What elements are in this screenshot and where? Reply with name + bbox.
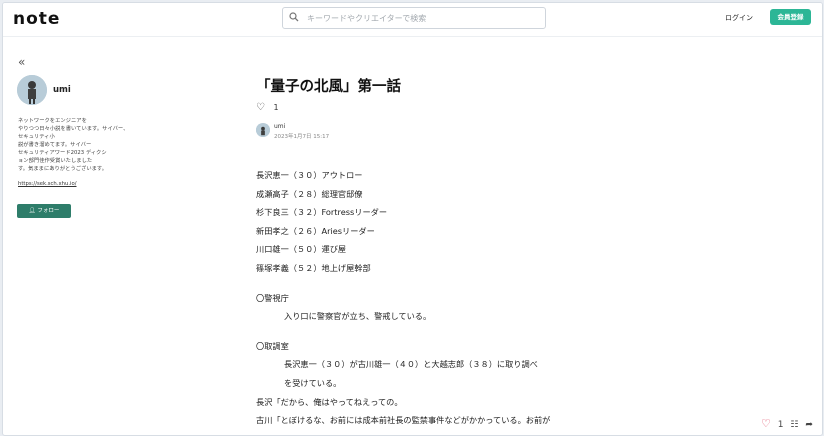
like-heart-icon[interactable]: ♡ [761, 417, 771, 430]
body-line: 入り口に警察官が立ち、警戒している。 [284, 311, 432, 322]
follow-button-label: フォロー [37, 208, 60, 214]
collapse-sidebar-icon[interactable]: « [18, 55, 25, 69]
search-box[interactable] [282, 7, 546, 29]
body-line: 長沢「だから、俺はやってねえっての。 [256, 396, 403, 407]
body-line: 川口雄一（５０）運び屋 [256, 244, 347, 255]
signup-button[interactable]: 会員登録 [770, 9, 811, 25]
post-author-avatar[interactable] [256, 123, 270, 137]
body-line: 古川「とぼけるな、お前には成本前社長の監禁事件などがかかっている。お前が [256, 415, 551, 426]
body-line: 〇取調室 [256, 340, 289, 351]
article-title: 「量子の北風」第一話 [256, 79, 401, 95]
like-heart-icon[interactable]: ♡ [256, 102, 265, 113]
article-body: 長沢恵一（３０）アウトロー 成瀬高子（２８）総理官邸僚杉下良三（３２）Fortre… [256, 166, 596, 430]
body-line: 長沢恵一（３０）アウトロー [256, 170, 363, 180]
top-navigation-bar: note ログイン 会員登録 [3, 3, 822, 37]
bottom-like-count: 1 [777, 420, 784, 430]
like-count: 1 [273, 103, 279, 112]
author-link[interactable]: https://sek.sch.xhu.io/ [18, 181, 77, 187]
post-date: 2023年1月7日 15:17 [274, 134, 330, 140]
body-line: 篠塚孝義（５２）地上げ屋幹部 [256, 262, 371, 273]
body-line: を受けている。 [284, 377, 342, 388]
author-bio: ネットワークをエンジニアを やりつつ日々小説を書いています。サイバー、セキュリテ… [18, 118, 129, 172]
body-line: 長沢恵一（３０）が古川雄一（４０）と大越志郎（３８）に取り調べ [284, 359, 538, 370]
page-frame: note ログイン 会員登録 « umi ネットワークをエンジニアを やりつつ日… [2, 2, 823, 436]
search-input[interactable] [305, 10, 539, 27]
post-author-name[interactable]: umi [274, 123, 285, 130]
author-name[interactable]: umi [53, 85, 71, 95]
body-line: 成瀬高子（２８）総理官邸僚 [256, 188, 363, 199]
user-add-icon: 👤︎ [28, 208, 36, 214]
share-icon[interactable]: ➦ [805, 420, 813, 430]
body-line: 新田孝之（２６）Ariesリーダー [256, 225, 375, 236]
author-avatar[interactable] [17, 75, 47, 105]
follow-button[interactable]: 👤︎ フォロー [17, 204, 71, 218]
body-line: 杉下良三（３２）Fortressリーダー [256, 207, 388, 218]
bottom-action-bar: ♡ 1 ☷ ➦ [761, 417, 817, 430]
search-icon [289, 12, 299, 22]
magazine-icon[interactable]: ☷ [790, 420, 798, 430]
like-row: ♡ 1 [256, 102, 279, 113]
body-line: 〇警視庁 [256, 292, 289, 303]
login-link[interactable]: ログイン [725, 13, 753, 23]
note-logo[interactable]: note [13, 9, 60, 29]
